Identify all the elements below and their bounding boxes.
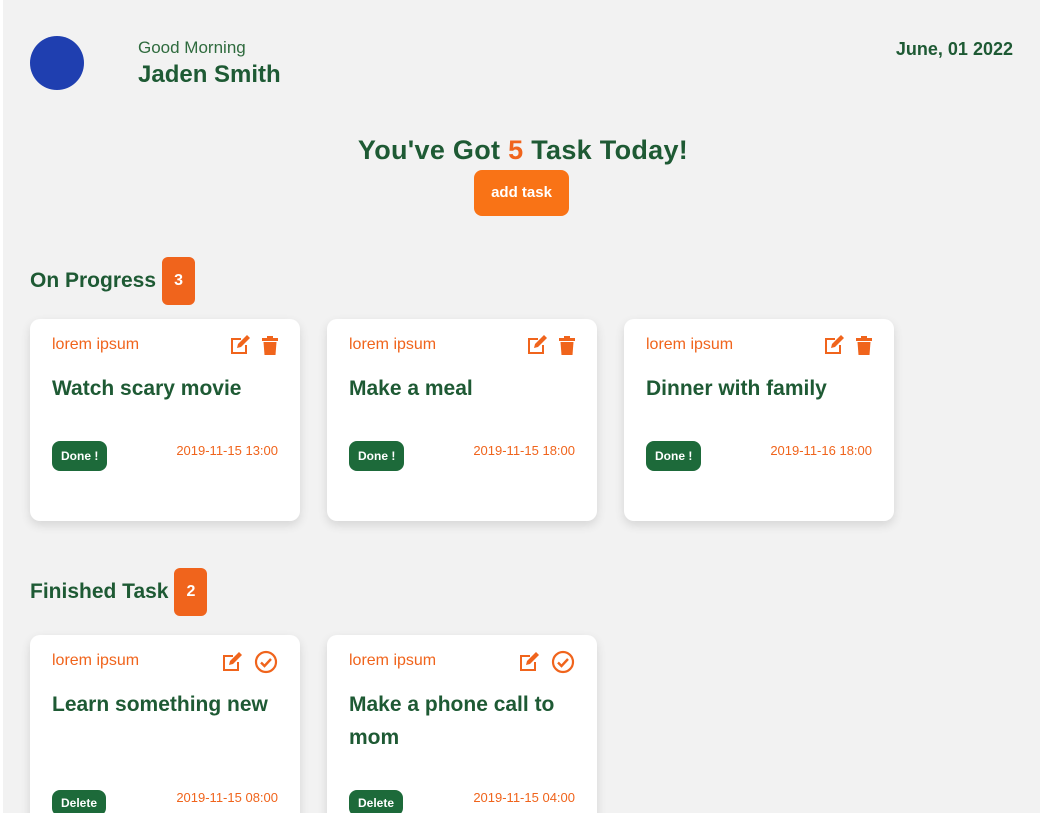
edit-icon[interactable]: [525, 334, 549, 361]
task-category: lorem ipsum: [349, 336, 437, 353]
task-category: lorem ipsum: [646, 336, 734, 353]
on-progress-title: On Progress: [30, 269, 157, 292]
task-card: lorem ipsum Make a meal Done ! 2019-11-1…: [327, 319, 597, 521]
trash-icon[interactable]: [262, 335, 278, 360]
finished-count-badge: 2: [174, 568, 208, 616]
greeting: Good Morning: [138, 38, 246, 57]
task-time: 2019-11-15 13:00: [176, 443, 278, 458]
trash-icon[interactable]: [856, 335, 872, 360]
check-circle-icon[interactable]: [551, 650, 575, 679]
avatar[interactable]: [30, 36, 84, 90]
finished-title: Finished Task: [30, 580, 169, 603]
task-count: 5: [508, 135, 524, 165]
headline-suffix: Task Today!: [523, 135, 689, 165]
task-time: 2019-11-15 08:00: [176, 790, 278, 805]
on-progress-heading: On Progress 3: [30, 257, 196, 305]
headline-prefix: You've Got: [357, 135, 509, 165]
finished-task-card: lorem ipsum Make a phone call to mom Del…: [327, 635, 597, 813]
task-title: Make a meal: [349, 377, 473, 400]
delete-button[interactable]: Delete: [52, 790, 107, 813]
on-progress-count-badge: 3: [162, 257, 196, 305]
task-time: 2019-11-15 04:00: [473, 790, 575, 805]
task-title: Make a phone call to mom: [349, 693, 555, 749]
add-task-button[interactable]: add task: [474, 170, 569, 216]
done-button[interactable]: Done !: [52, 441, 108, 471]
edit-icon[interactable]: [228, 334, 252, 361]
current-date: June, 01 2022: [895, 39, 1013, 59]
delete-button[interactable]: Delete: [349, 790, 404, 813]
task-category: lorem ipsum: [52, 652, 140, 669]
task-title: Watch scary movie: [52, 377, 242, 400]
edit-icon[interactable]: [822, 334, 846, 361]
task-time: 2019-11-15 18:00: [473, 443, 575, 458]
edit-icon[interactable]: [517, 651, 541, 678]
trash-icon[interactable]: [559, 335, 575, 360]
task-time: 2019-11-16 18:00: [770, 443, 872, 458]
task-category: lorem ipsum: [52, 336, 140, 353]
task-category: lorem ipsum: [349, 652, 437, 669]
task-count-headline: You've Got 5 Task Today!: [3, 135, 1040, 166]
user-name: Jaden Smith: [138, 61, 281, 88]
task-card: lorem ipsum Dinner with family Done ! 20…: [624, 319, 894, 521]
check-circle-icon[interactable]: [254, 650, 278, 679]
done-button[interactable]: Done !: [349, 441, 405, 471]
task-dashboard: Good Morning Jaden Smith June, 01 2022 Y…: [3, 0, 1040, 813]
finished-task-card: lorem ipsum Learn something new Delete 2…: [30, 635, 300, 813]
task-title: Learn something new: [52, 693, 268, 716]
done-button[interactable]: Done !: [646, 441, 702, 471]
task-card: lorem ipsum Watch scary movie Done ! 201…: [30, 319, 300, 521]
finished-heading: Finished Task 2: [30, 568, 208, 616]
task-title: Dinner with family: [646, 377, 827, 400]
edit-icon[interactable]: [220, 651, 244, 678]
